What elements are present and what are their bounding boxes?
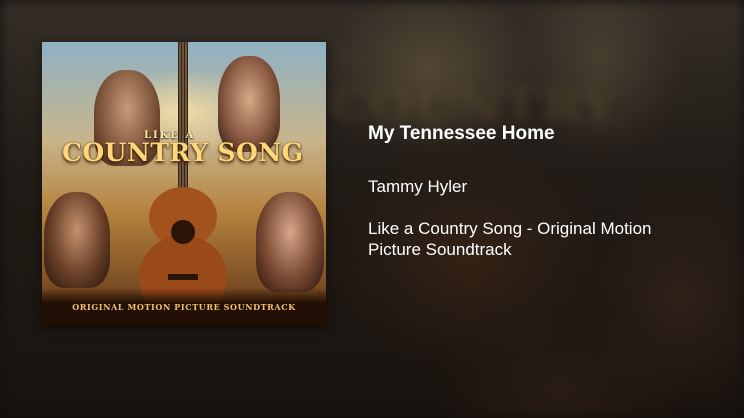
portrait-woman-right [256,192,324,292]
portrait-woman-left [44,192,110,288]
video-frame: COUNTRY LIKE A COUNTRY SONG ORIGINAL MOT… [0,0,744,418]
track-title: My Tennessee Home [368,123,555,144]
track-artist: Tammy Hyler [368,177,468,196]
track-album: Like a Country Song - Original Motion Pi… [368,219,652,259]
album-cover-subtitle: ORIGINAL MOTION PICTURE SOUNDTRACK [72,302,296,312]
album-cover-title: COUNTRY SONG [62,138,304,167]
track-info: My Tennessee Home Tammy Hyler Like a Cou… [368,122,708,260]
album-cover: LIKE A COUNTRY SONG ORIGINAL MOTION PICT… [42,42,326,326]
